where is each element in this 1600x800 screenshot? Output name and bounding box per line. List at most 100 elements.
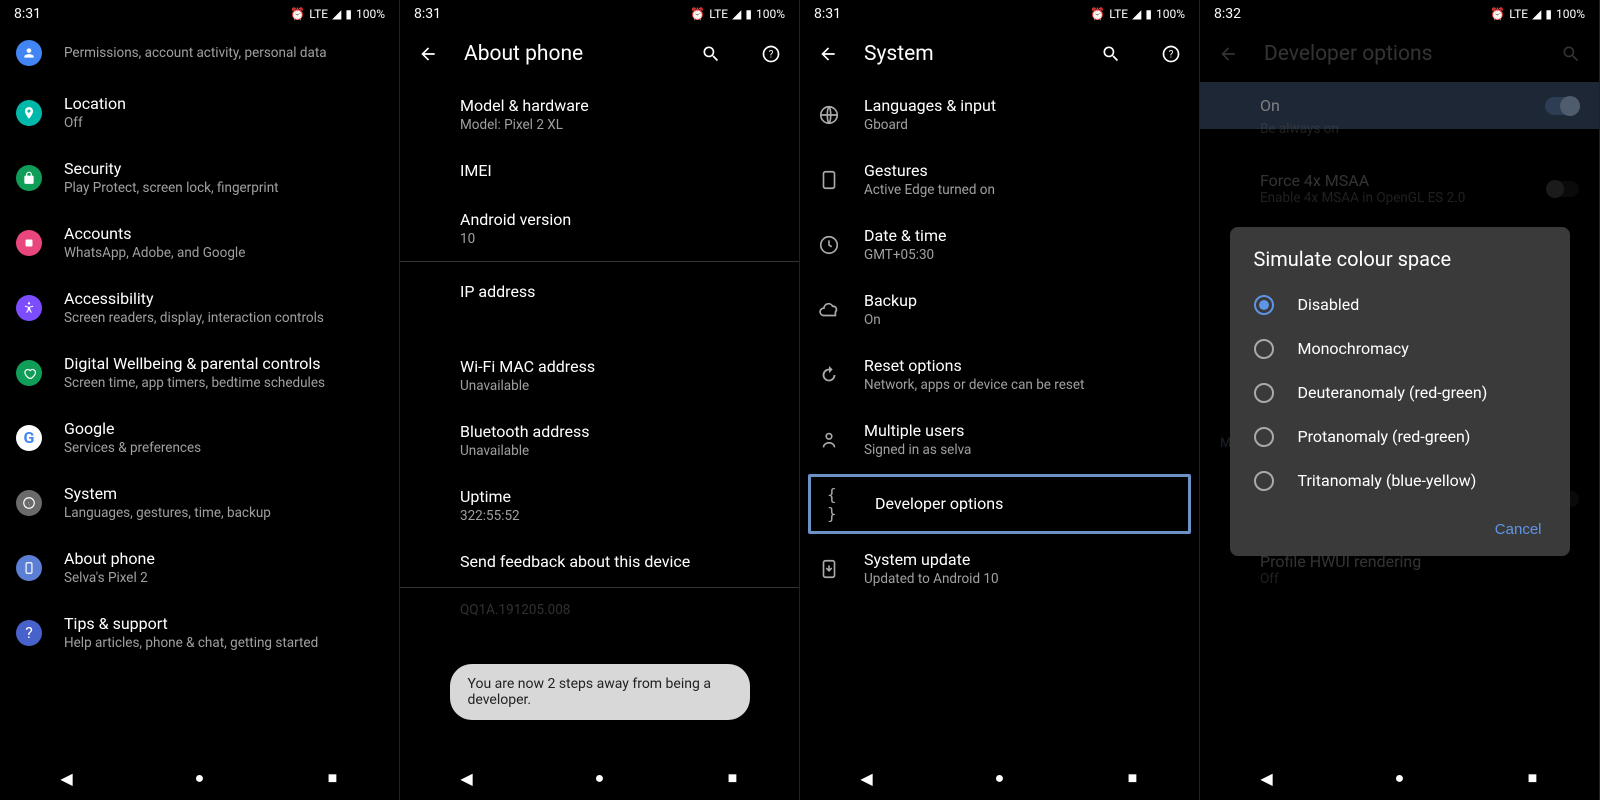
radio-icon — [1254, 295, 1274, 315]
radio-label: Deuteranomaly (red-green) — [1298, 383, 1488, 402]
nav-back[interactable]: ◀ — [1256, 767, 1278, 789]
radio-option-monochromacy[interactable]: Monochromacy — [1230, 327, 1570, 371]
users-item[interactable]: Multiple users Signed in as selva — [800, 407, 1199, 472]
nav-recent[interactable]: ■ — [1522, 767, 1544, 789]
nav-back[interactable]: ◀ — [456, 767, 478, 789]
about-phone-item[interactable]: About phone Selva's Pixel 2 — [0, 535, 399, 600]
wifi-mac-item[interactable]: Wi-Fi MAC address Unavailable — [400, 343, 799, 408]
alarm-icon: ⏰ — [290, 7, 305, 21]
help-button[interactable]: ? — [1159, 42, 1183, 66]
status-bar: 8:31 ⏰ LTE ◢ ▮ 100% — [0, 0, 399, 26]
colour-space-dialog: Simulate colour space Disabled Monochrom… — [1230, 227, 1570, 556]
item-title: Backup — [864, 291, 1183, 310]
item-sub: Model: Pixel 2 XL — [460, 117, 783, 133]
status-bar: 8:31 ⏰ LTE ◢ ▮ 100% — [800, 0, 1199, 26]
header: System ? — [800, 26, 1199, 82]
item-sub: GMT+05:30 — [864, 247, 1183, 263]
item-title: Developer options — [875, 494, 1172, 513]
system-item[interactable]: System Languages, gestures, time, backup — [0, 470, 399, 535]
languages-item[interactable]: Languages & input Gboard — [800, 82, 1199, 147]
imei-item[interactable]: IMEI — [400, 147, 799, 196]
nav-home[interactable]: ● — [989, 767, 1011, 789]
nav-home[interactable]: ● — [1389, 767, 1411, 789]
location-item[interactable]: Location Off — [0, 80, 399, 145]
build-item[interactable]: QQ1A.191205.008 — [400, 588, 799, 632]
nav-home[interactable]: ● — [589, 767, 611, 789]
search-button[interactable] — [1099, 42, 1123, 66]
feedback-item[interactable]: Send feedback about this device — [400, 538, 799, 587]
lte-label: LTE — [1509, 7, 1528, 21]
radio-option-deuteranomaly[interactable]: Deuteranomaly (red-green) — [1230, 371, 1570, 415]
reset-item[interactable]: Reset options Network, apps or device ca… — [800, 342, 1199, 407]
radio-option-disabled[interactable]: Disabled — [1230, 283, 1570, 327]
system-panel: 8:31 ⏰ LTE ◢ ▮ 100% System ? Languages &… — [800, 0, 1200, 800]
status-bar: 8:31 ⏰ LTE ◢ ▮ 100% — [400, 0, 799, 26]
gestures-item[interactable]: Gestures Active Edge turned on — [800, 147, 1199, 212]
lock-icon — [16, 165, 42, 191]
item-sub: Languages, gestures, time, backup — [64, 505, 383, 521]
model-item[interactable]: Model & hardware Model: Pixel 2 XL — [400, 82, 799, 147]
item-sub: Screen time, app timers, bedtime schedul… — [64, 375, 383, 391]
security-item[interactable]: Security Play Protect, screen lock, fing… — [0, 145, 399, 210]
clock: 8:31 — [414, 6, 441, 22]
bt-addr-item[interactable]: Bluetooth address Unavailable — [400, 408, 799, 473]
nav-back[interactable]: ◀ — [56, 767, 78, 789]
uptime-item[interactable]: Uptime 322:55:52 — [400, 473, 799, 538]
ip-item[interactable]: IP address — [400, 262, 799, 343]
item-title: Accessibility — [64, 289, 383, 308]
item-title: Tips & support — [64, 614, 383, 633]
dialog-overlay[interactable]: Simulate colour space Disabled Monochrom… — [1200, 26, 1599, 756]
page-title: About phone — [464, 42, 663, 66]
radio-icon — [1254, 339, 1274, 359]
radio-option-protanomaly[interactable]: Protanomaly (red-green) — [1230, 415, 1570, 459]
lte-label: LTE — [1109, 7, 1128, 21]
battery-pct: 100% — [356, 7, 385, 21]
search-button[interactable] — [699, 42, 723, 66]
datetime-item[interactable]: Date & time GMT+05:30 — [800, 212, 1199, 277]
radio-option-tritanomaly[interactable]: Tritanomaly (blue-yellow) — [1230, 459, 1570, 503]
nav-home[interactable]: ● — [189, 767, 211, 789]
back-button[interactable] — [416, 42, 440, 66]
android-version-item[interactable]: Android version 10 — [400, 196, 799, 261]
back-button[interactable] — [816, 42, 840, 66]
privacy-item[interactable]: Permissions, account activity, personal … — [0, 26, 399, 80]
nav-recent[interactable]: ■ — [1122, 767, 1144, 789]
item-title: System — [64, 484, 383, 503]
tips-item[interactable]: ? Tips & support Help articles, phone & … — [0, 600, 399, 665]
item-sub: Permissions, account activity, personal … — [64, 45, 383, 61]
wellbeing-item[interactable]: Digital Wellbeing & parental controls Sc… — [0, 340, 399, 405]
item-title: Location — [64, 94, 383, 113]
developer-options-item[interactable]: { } Developer options — [808, 474, 1191, 534]
cloud-icon — [816, 297, 842, 323]
account-icon — [16, 230, 42, 256]
accessibility-item[interactable]: Accessibility Screen readers, display, i… — [0, 275, 399, 340]
help-button[interactable]: ? — [759, 42, 783, 66]
google-item[interactable]: G Google Services & preferences — [0, 405, 399, 470]
radio-icon — [1254, 383, 1274, 403]
battery-pct: 100% — [1156, 7, 1185, 21]
lte-label: LTE — [709, 7, 728, 21]
item-sub: 322:55:52 — [460, 508, 783, 524]
item-sub: Screen readers, display, interaction con… — [64, 310, 383, 326]
nav-recent[interactable]: ■ — [322, 767, 344, 789]
svg-text:?: ? — [769, 49, 774, 60]
accounts-item[interactable]: Accounts WhatsApp, Adobe, and Google — [0, 210, 399, 275]
backup-item[interactable]: Backup On — [800, 277, 1199, 342]
item-title: Date & time — [864, 226, 1183, 245]
item-sub: On — [864, 312, 1183, 328]
nav-bar: ◀ ● ■ — [1200, 756, 1599, 800]
nav-back[interactable]: ◀ — [856, 767, 878, 789]
phone-icon — [16, 555, 42, 581]
radio-label: Disabled — [1298, 295, 1360, 314]
item-sub: Help articles, phone & chat, getting sta… — [64, 635, 383, 651]
system-update-item[interactable]: System update Updated to Android 10 — [800, 536, 1199, 601]
item-title: Gestures — [864, 161, 1183, 180]
page-title: System — [864, 42, 1063, 66]
nav-bar: ◀ ● ■ — [400, 756, 799, 800]
clock: 8:31 — [14, 6, 41, 22]
cancel-button[interactable]: Cancel — [1483, 511, 1554, 548]
signal-icon: ◢ — [732, 7, 741, 21]
clock: 8:32 — [1214, 6, 1241, 22]
nav-recent[interactable]: ■ — [722, 767, 744, 789]
item-sub: Network, apps or device can be reset — [864, 377, 1183, 393]
